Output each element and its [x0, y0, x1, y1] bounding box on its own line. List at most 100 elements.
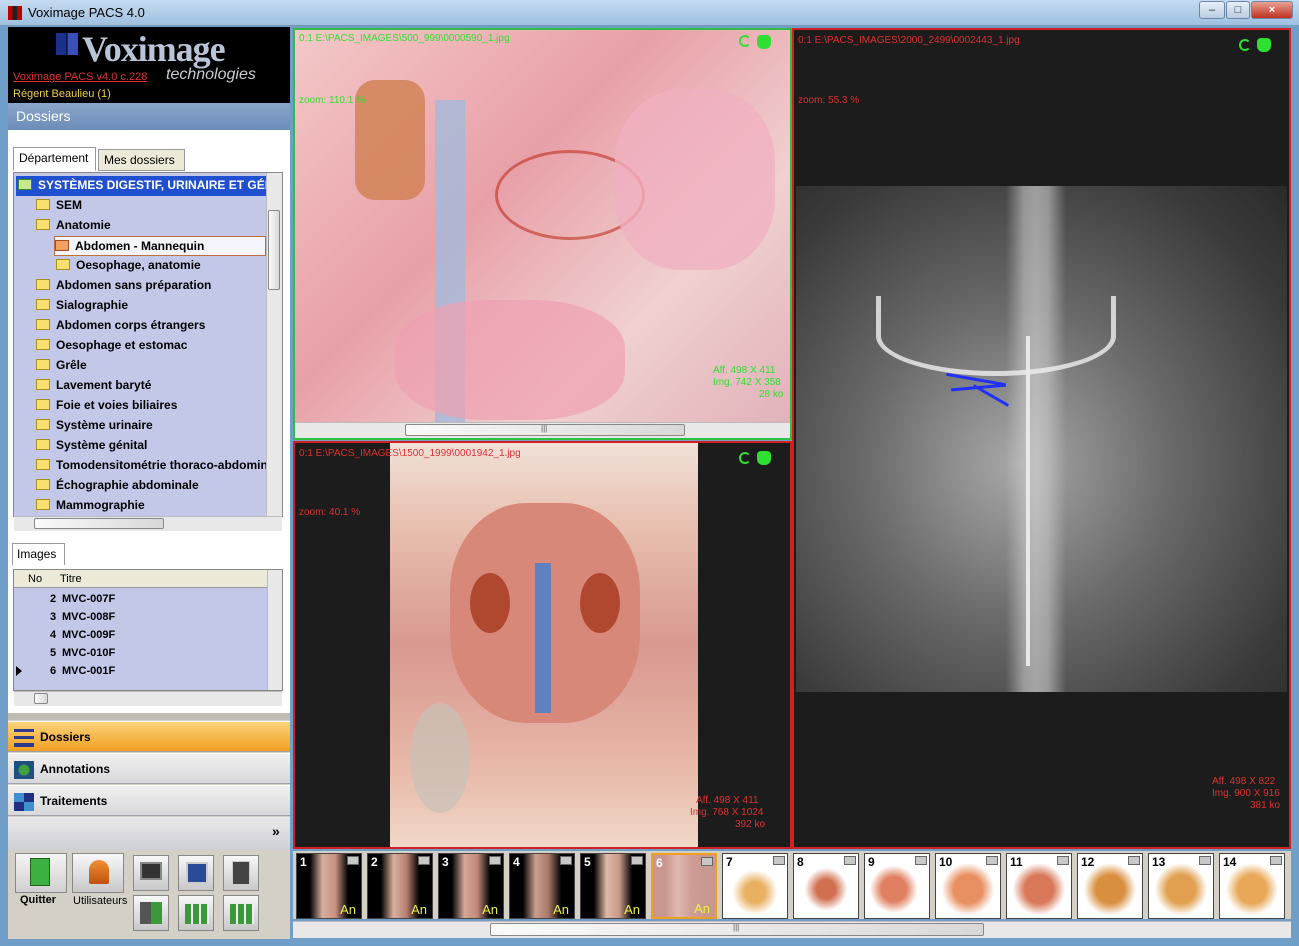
screen-tool-button[interactable]	[133, 855, 169, 891]
maximize-button[interactable]: □	[1226, 1, 1250, 19]
images-horizontal-scrollbar[interactable]	[14, 691, 282, 706]
tree-item-lavement-baryte[interactable]: Lavement baryté	[36, 376, 151, 396]
images-table: No Titre 2 MVC-007F 3 MVC-008F 4 MVC-009F 5…	[13, 569, 283, 691]
tree-item-grele[interactable]: Grêle	[36, 356, 87, 376]
torso-model-image	[390, 443, 698, 847]
current-row-icon	[16, 666, 22, 676]
tree-item-foie-voies-biliaires[interactable]: Foie et voies biliaires	[36, 396, 177, 416]
nav-traitements[interactable]: Traitements	[8, 785, 290, 816]
folder-icon	[36, 359, 50, 370]
tree-item-abdomen-mannequin[interactable]: Abdomen - Mannequin	[54, 236, 266, 256]
close-button[interactable]: ×	[1251, 1, 1293, 19]
column-header-no[interactable]: No	[28, 573, 42, 585]
rotate-icon[interactable]	[1239, 39, 1251, 51]
pan-hand-icon[interactable]	[757, 451, 771, 465]
tree-item-sem[interactable]: SEM	[36, 196, 82, 216]
rotate-icon[interactable]	[739, 35, 751, 47]
pan-hand-icon[interactable]	[757, 35, 771, 49]
thumbnail-13[interactable]: 13	[1148, 853, 1214, 919]
splenic-artery-region	[876, 296, 1116, 376]
table-row[interactable]: 3 MVC-008F	[14, 608, 268, 626]
tree-item-mammographie[interactable]: Mammographie	[36, 496, 145, 516]
viewer-2[interactable]: 0:1 E:\PACS_IMAGES\1500_1999\0001942_1.j…	[293, 441, 792, 849]
row-no: 5	[50, 647, 57, 659]
thumbnail-14[interactable]: 14	[1219, 853, 1285, 919]
add-grid-button[interactable]	[223, 895, 259, 931]
thumbnail-10[interactable]: 10	[935, 853, 1001, 919]
tree-hscroll-thumb[interactable]	[34, 518, 164, 529]
tree-item-systeme-urinaire[interactable]: Système urinaire	[36, 416, 153, 436]
thumbnail-1[interactable]: 1 An	[296, 853, 362, 919]
tree-item-oesophage-anatomie[interactable]: Oesophage, anatomie	[56, 256, 201, 276]
tree-item-echographie[interactable]: Échographie abdominale	[36, 476, 199, 496]
pan-hand-icon[interactable]	[1257, 38, 1271, 52]
thumbnail-8[interactable]: 8	[793, 853, 859, 919]
folder-icon	[36, 339, 50, 350]
export-tool-button[interactable]	[223, 855, 259, 891]
table-row[interactable]: 6 MVC-001F	[14, 662, 268, 680]
window-title: Voximage PACS 4.0	[28, 5, 145, 20]
thumbnail-7[interactable]: 7	[722, 853, 788, 919]
kidney-right	[580, 573, 620, 633]
tree-item-tomodensitometrie[interactable]: Tomodensitométrie thoraco-abdominale	[36, 456, 282, 476]
import-tool-button[interactable]	[133, 895, 169, 931]
exit-door-icon	[30, 858, 50, 886]
table-row[interactable]: 5 MVC-010F	[14, 644, 268, 662]
thumbnail-number: 3	[442, 855, 449, 869]
tree-item-systemes[interactable]: SYSTÈMES DIGESTIF, URINAIRE ET GÉNITAL	[16, 176, 282, 196]
tree-item-oesophage-estomac[interactable]: Oesophage et estomac	[36, 336, 187, 356]
panel-splitter[interactable]	[8, 713, 290, 720]
table-header: No Titre	[14, 570, 268, 588]
quitter-button[interactable]	[15, 853, 67, 893]
thumbnail-11[interactable]: 11	[1006, 853, 1072, 919]
images-vertical-scrollbar[interactable]	[267, 570, 282, 690]
nav-more-bar	[8, 817, 290, 850]
thumbnail-6[interactable]: 6 An	[651, 853, 717, 919]
thumbnail-badge-icon	[631, 856, 643, 865]
thumbnail-number: 5	[584, 855, 591, 869]
thumbnail-number: 1	[300, 855, 307, 869]
thumbnail-badge-icon	[347, 856, 359, 865]
thumbnail-3[interactable]: 3 An	[438, 853, 504, 919]
floppy-icon	[186, 862, 208, 884]
table-row[interactable]: 2 MVC-007F	[14, 590, 268, 608]
nav-more-button[interactable]: »	[272, 823, 280, 839]
tree-item-anatomie[interactable]: Anatomie	[36, 216, 111, 236]
images-hscroll-thumb[interactable]	[34, 693, 48, 704]
nav-annotations[interactable]: Annotations	[8, 753, 290, 784]
save-tool-button[interactable]	[178, 855, 214, 891]
thumbnail-12[interactable]: 12	[1077, 853, 1143, 919]
viewer-1[interactable]: 0:1 E:\PACS_IMAGES\500_999\0000590_1.jpg…	[293, 28, 792, 440]
view-grid-button[interactable]	[178, 895, 214, 931]
tree-item-label: Abdomen corps étrangers	[56, 318, 206, 332]
column-header-titre[interactable]: Titre	[60, 573, 82, 585]
nav-dossiers[interactable]: Dossiers	[8, 721, 290, 752]
thumbnail-2[interactable]: 2 An	[367, 853, 433, 919]
thumbnail-annotation: An	[624, 902, 640, 917]
minimize-button[interactable]: –	[1199, 1, 1225, 19]
thumbnail-annotation: An	[340, 902, 356, 917]
viewer-1-zoom: zoom: 110.1 %	[299, 95, 365, 106]
thumbnail-badge-icon	[1270, 856, 1282, 865]
tree-item-systeme-genital[interactable]: Système génital	[36, 436, 147, 456]
tree-item-corps-etrangers[interactable]: Abdomen corps étrangers	[36, 316, 205, 336]
viewer-2-size: 392 ko	[735, 819, 766, 830]
rotate-icon[interactable]	[739, 452, 751, 464]
version-link[interactable]: Voximage PACS v4.0 c.228	[13, 71, 147, 83]
tree-item-sialographie[interactable]: Sialographie	[36, 296, 128, 316]
folder-icon	[36, 439, 50, 450]
tab-images[interactable]: Images	[12, 543, 65, 565]
thumbnail-9[interactable]: 9	[864, 853, 930, 919]
viewer-3[interactable]: 0:1 E:\PACS_IMAGES\2000_2499\0002443_1.j…	[792, 28, 1291, 849]
thumbnail-number: 10	[939, 855, 953, 869]
tree-item-abdomen-sans-preparation[interactable]: Abdomen sans préparation	[36, 276, 211, 296]
tab-departement[interactable]: Département	[13, 147, 96, 171]
logo-wordmark: Voximage	[82, 29, 226, 69]
table-row[interactable]: 4 MVC-009F	[14, 626, 268, 644]
spine-region	[1006, 186, 1066, 692]
tree-scroll-thumb[interactable]	[268, 210, 280, 290]
utilisateurs-button[interactable]	[72, 853, 124, 893]
thumbnail-5[interactable]: 5 An	[580, 853, 646, 919]
thumbnail-4[interactable]: 4 An	[509, 853, 575, 919]
tab-mes-dossiers[interactable]: Mes dossiers	[98, 149, 185, 171]
